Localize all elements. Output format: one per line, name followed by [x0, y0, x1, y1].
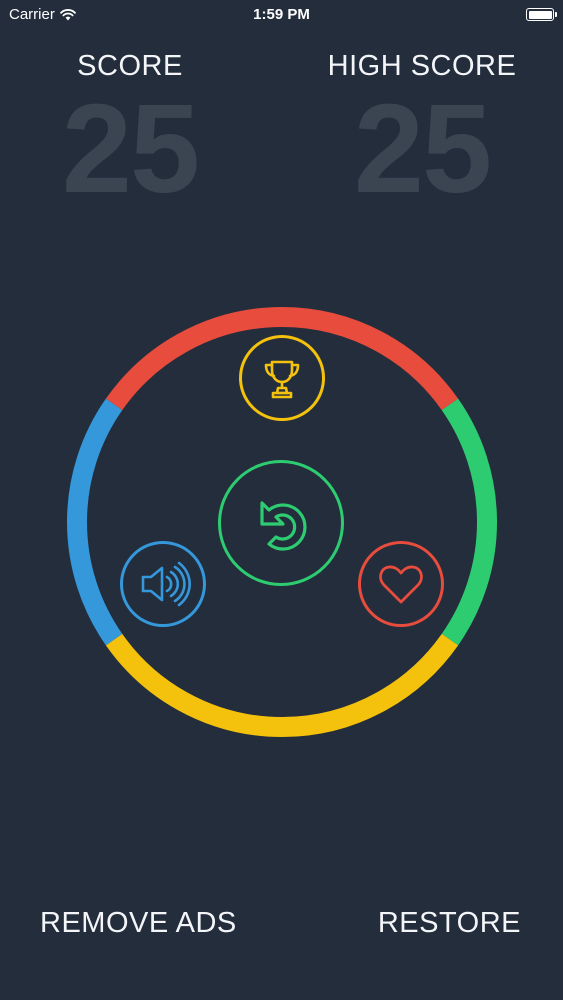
replay-button[interactable]	[218, 460, 344, 586]
ring-segment-yellow	[105, 633, 459, 737]
trophy-icon	[264, 360, 300, 399]
replay-icon	[260, 501, 307, 551]
remove-ads-button[interactable]: REMOVE ADS	[40, 907, 237, 940]
sound-toggle-button[interactable]	[120, 541, 206, 627]
ring-segment-green	[441, 398, 497, 646]
like-button[interactable]	[358, 541, 444, 627]
speaker-icon	[141, 561, 191, 607]
leaderboard-button[interactable]	[239, 335, 325, 421]
restore-button[interactable]: RESTORE	[378, 907, 521, 940]
heart-icon	[379, 565, 423, 604]
ring-segment-blue	[67, 398, 123, 646]
